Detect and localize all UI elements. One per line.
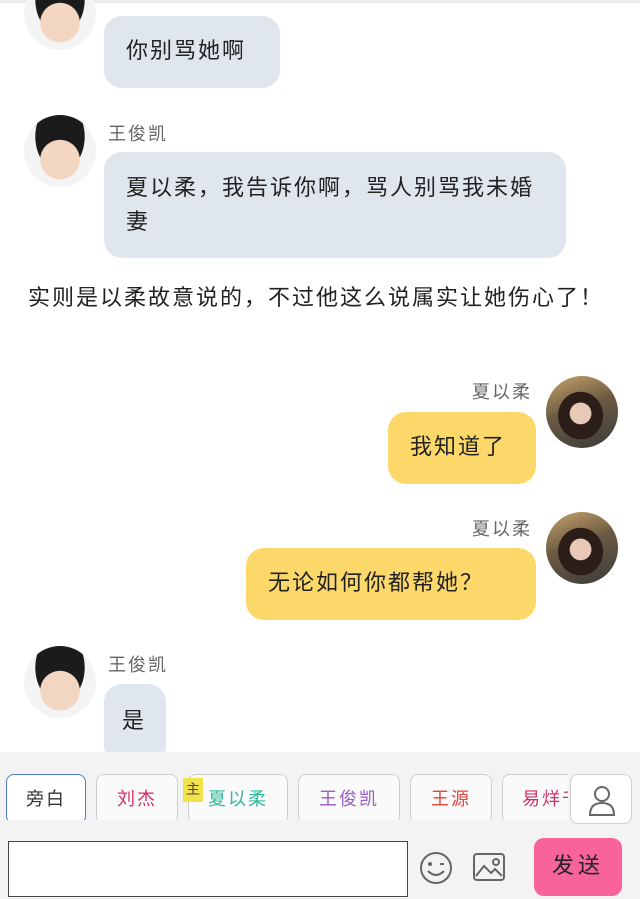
speaker-name: 夏以柔 — [472, 382, 532, 403]
character-chip[interactable]: 夏以柔 — [188, 774, 288, 820]
avatar[interactable] — [24, 0, 96, 50]
character-chip[interactable]: 王俊凯 — [298, 774, 400, 820]
character-chip[interactable]: 刘杰 — [96, 774, 178, 820]
image-icon — [473, 853, 505, 881]
character-chip-narrator[interactable]: 旁白 — [6, 774, 86, 820]
character-chip[interactable]: 王源 — [410, 774, 492, 820]
top-divider — [0, 0, 640, 3]
narration-text: 实则是以柔故意说的，不过他这么说属实让她伤心了！ — [28, 286, 605, 311]
avatar[interactable] — [24, 115, 96, 187]
main-character-tag: 主 — [183, 778, 203, 802]
image-button[interactable] — [472, 852, 506, 882]
person-icon — [588, 786, 616, 816]
add-character-button[interactable] — [570, 774, 632, 824]
character-selector: 旁白 刘杰 夏以柔 王俊凯 王源 易烊千 主 — [0, 752, 568, 820]
message-bubble: 无论如何你都帮她？ — [246, 548, 536, 620]
avatar[interactable] — [24, 646, 96, 718]
message-bubble: 我知道了 — [388, 412, 536, 484]
character-chip[interactable]: 易烊千 — [502, 774, 568, 820]
avatar[interactable] — [546, 376, 618, 448]
message-input[interactable] — [8, 841, 408, 897]
avatar[interactable] — [546, 512, 618, 584]
input-panel: 旁白 刘杰 夏以柔 王俊凯 王源 易烊千 主 发送 — [0, 752, 640, 899]
message-bubble: 夏以柔，我告诉你啊，骂人别骂我未婚妻 — [104, 152, 566, 258]
speaker-name: 王俊凯 — [108, 124, 168, 145]
emoji-button[interactable] — [418, 850, 454, 886]
speaker-name: 王俊凯 — [108, 655, 168, 676]
send-button[interactable]: 发送 — [534, 838, 622, 896]
smiley-icon — [420, 852, 452, 884]
speaker-name: 夏以柔 — [472, 519, 532, 540]
message-bubble: 你别骂她啊 — [104, 16, 280, 88]
